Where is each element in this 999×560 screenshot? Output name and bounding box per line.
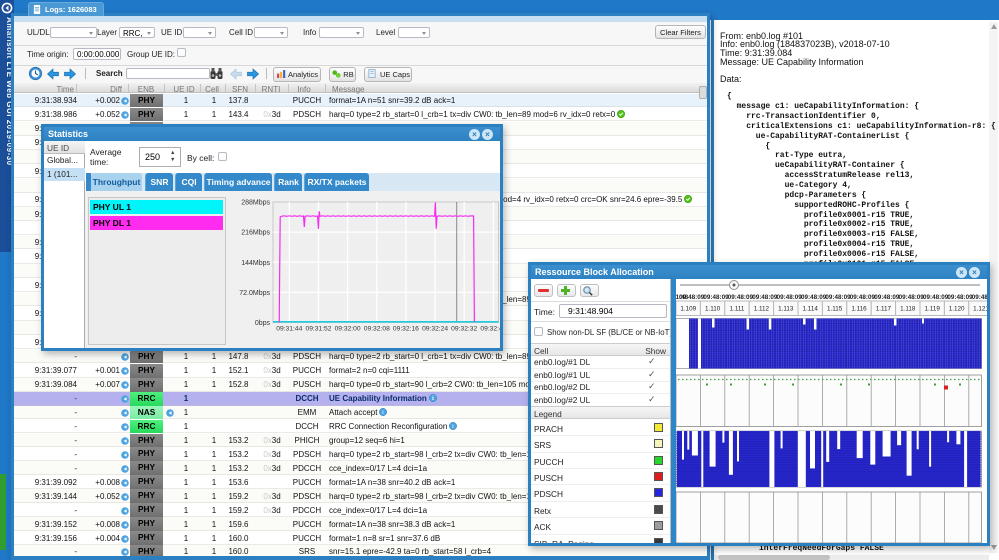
svg-text:09:48:09: 09:48:09 xyxy=(679,294,705,301)
svg-text:09:32:16: 09:32:16 xyxy=(393,326,419,333)
svg-text:1.121: 1.121 xyxy=(973,306,987,313)
svg-text:09:48:09: 09:48:09 xyxy=(874,294,900,301)
svg-text:1.114: 1.114 xyxy=(803,306,819,313)
svg-text:144Mbps: 144Mbps xyxy=(241,260,270,267)
svg-text:09:32:00: 09:32:00 xyxy=(335,326,361,333)
svg-text:09:48:09: 09:48:09 xyxy=(899,294,925,301)
svg-text:09:48:09: 09:48:09 xyxy=(703,294,729,301)
svg-text:216Mbps: 216Mbps xyxy=(241,230,270,237)
svg-text:09:32:32: 09:32:32 xyxy=(451,326,477,333)
svg-text:09:48:09: 09:48:09 xyxy=(777,294,803,301)
svg-text:09:48:09: 09:48:09 xyxy=(752,294,778,301)
svg-text:1.110: 1.110 xyxy=(705,306,721,313)
svg-text:09:48:09: 09:48:09 xyxy=(801,294,827,301)
svg-text:1.118: 1.118 xyxy=(900,306,916,313)
svg-text:1.112: 1.112 xyxy=(754,306,770,313)
svg-text:09:48:09: 09:48:09 xyxy=(728,294,754,301)
svg-text:09:48:09: 09:48:09 xyxy=(972,294,987,301)
svg-text:288Mbps: 288Mbps xyxy=(241,200,270,207)
svg-text:09:31:44: 09:31:44 xyxy=(276,326,302,333)
svg-text:1.109: 1.109 xyxy=(680,306,696,313)
svg-text:1.117: 1.117 xyxy=(876,306,892,313)
svg-text:09:31:52: 09:31:52 xyxy=(305,326,331,333)
svg-text:09:48:09: 09:48:09 xyxy=(850,294,876,301)
svg-text:1.119: 1.119 xyxy=(925,306,941,313)
svg-text:1.111: 1.111 xyxy=(730,306,745,313)
svg-text:1.115: 1.115 xyxy=(827,306,843,313)
svg-text:09:32:08: 09:32:08 xyxy=(364,326,390,333)
svg-text:1.120: 1.120 xyxy=(949,306,965,313)
svg-text:09:48:09: 09:48:09 xyxy=(947,294,973,301)
svg-text:09:32:24: 09:32:24 xyxy=(422,326,448,333)
svg-text:72.0Mbps: 72.0Mbps xyxy=(239,290,270,297)
svg-text:09:48:09: 09:48:09 xyxy=(825,294,851,301)
svg-text:1.113: 1.113 xyxy=(778,306,794,313)
svg-text:0bps: 0bps xyxy=(255,320,271,327)
svg-text:09:48:09: 09:48:09 xyxy=(923,294,949,301)
svg-text:09:32:40: 09:32:40 xyxy=(480,326,500,333)
svg-text:1.116: 1.116 xyxy=(851,306,867,313)
